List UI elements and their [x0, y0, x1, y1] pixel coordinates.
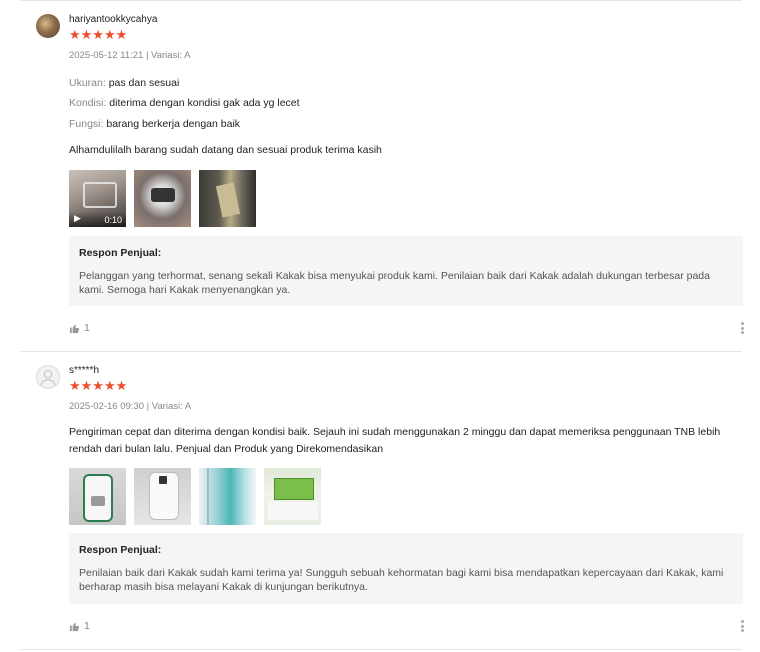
- review-media: ▶ 0:10: [69, 170, 256, 227]
- review-image-thumbnail[interactable]: [264, 468, 321, 525]
- seller-response: Respon Penjual: Pelanggan yang terhormat…: [69, 236, 743, 306]
- thumbs-up-icon: [69, 622, 80, 631]
- attribute-kondisi: Kondisi: diterima dengan kondisi gak ada…: [69, 97, 300, 109]
- user-icon: [40, 369, 56, 386]
- avatar[interactable]: [36, 365, 60, 389]
- seller-response-text: Penilaian baik dari Kakak sudah kami ter…: [79, 567, 724, 593]
- rating-stars: ★★★★★: [69, 27, 128, 42]
- like-count: 1: [84, 322, 90, 334]
- like-button[interactable]: 1: [69, 322, 90, 334]
- attribute-value: pas dan sesuai: [108, 77, 180, 89]
- review-media: [69, 468, 321, 525]
- review-username: hariyantookkycahya: [69, 14, 158, 25]
- review-meta: 2025-02-16 09:30 | Variasi: A: [69, 401, 192, 412]
- review-item: hariyantookkycahya ★★★★★ 2025-05-12 11:2…: [36, 14, 744, 344]
- attribute-key: Ukuran:: [69, 77, 106, 89]
- review-image-thumbnail[interactable]: [69, 468, 126, 525]
- divider-top: [20, 0, 742, 1]
- video-camera-icon: ▶: [74, 213, 81, 223]
- seller-response-title: Respon Penjual:: [79, 544, 162, 556]
- seller-response: Respon Penjual: Penilaian baik dari Kaka…: [69, 533, 743, 604]
- review-comment: Pengiriman cepat dan diterima dengan kon…: [69, 426, 721, 455]
- seller-response-title: Respon Penjual:: [79, 247, 162, 259]
- review-username: s*****h: [69, 365, 100, 376]
- video-duration: 0:10: [104, 215, 122, 225]
- review-item: s*****h ★★★★★ 2025-02-16 09:30 | Variasi…: [36, 365, 744, 635]
- attribute-ukuran: Ukuran: pas dan sesuai: [69, 77, 179, 89]
- attribute-key: Fungsi:: [69, 118, 104, 130]
- attribute-key: Kondisi:: [69, 97, 107, 109]
- more-options-button[interactable]: [741, 322, 744, 336]
- review-video-thumbnail[interactable]: ▶ 0:10: [69, 170, 126, 227]
- attribute-fungsi: Fungsi: barang berkerja dengan baik: [69, 118, 240, 130]
- thumbs-up-icon: [69, 324, 80, 333]
- divider: [20, 649, 742, 650]
- review-image-thumbnail[interactable]: [134, 468, 191, 525]
- review-image-thumbnail[interactable]: [199, 170, 256, 227]
- attribute-value: diterima dengan kondisi gak ada yg lecet: [109, 97, 300, 109]
- review-image-thumbnail[interactable]: [199, 468, 256, 525]
- divider: [20, 351, 742, 352]
- seller-response-text: Pelanggan yang terhormat, senang sekali …: [79, 270, 710, 296]
- avatar[interactable]: [36, 14, 60, 38]
- more-options-button[interactable]: [741, 620, 744, 634]
- review-comment: Alhamdulilalh barang sudah datang dan se…: [69, 144, 382, 156]
- review-image-thumbnail[interactable]: [134, 170, 191, 227]
- attribute-value: barang berkerja dengan baik: [106, 118, 241, 130]
- review-meta: 2025-05-12 11:21 | Variasi: A: [69, 50, 191, 61]
- like-count: 1: [84, 620, 90, 632]
- rating-stars: ★★★★★: [69, 378, 128, 393]
- like-button[interactable]: 1: [69, 620, 90, 632]
